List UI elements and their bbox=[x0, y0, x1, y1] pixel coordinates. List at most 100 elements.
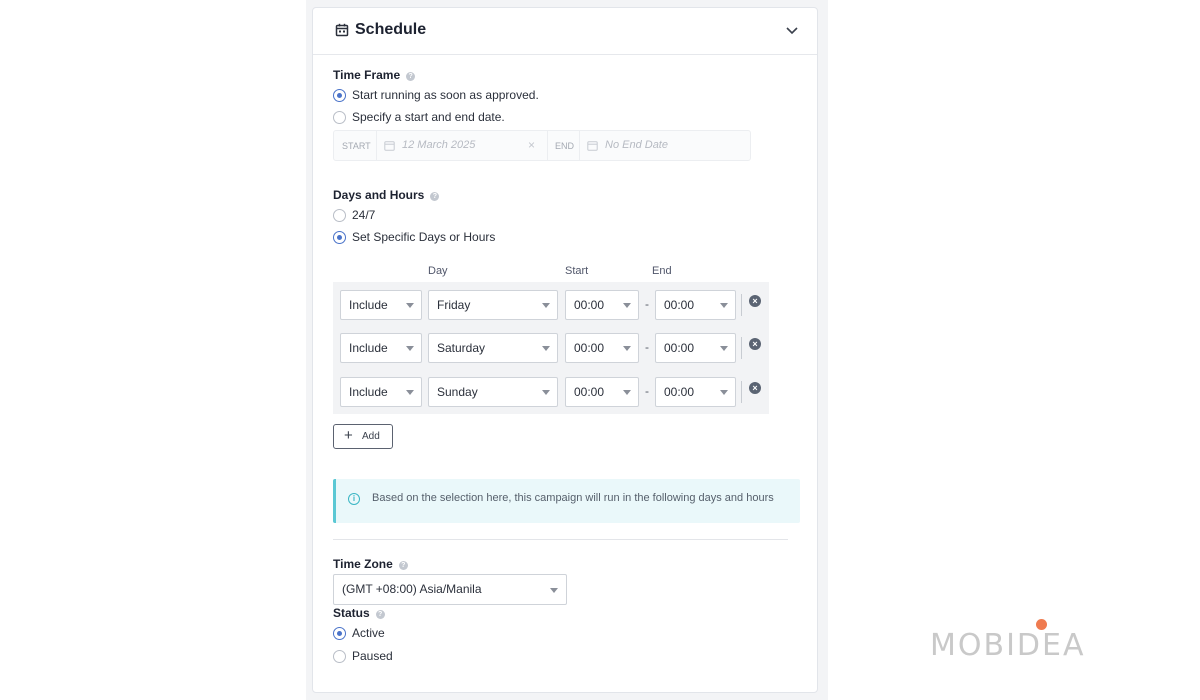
caret-down-icon bbox=[623, 390, 631, 395]
select-value: (GMT +08:00) Asia/Manila bbox=[342, 582, 482, 596]
days-hours-label: Days and Hours? bbox=[333, 188, 440, 202]
remove-row-icon[interactable]: × bbox=[749, 338, 761, 350]
select-value: Saturday bbox=[437, 341, 486, 355]
end-time-select[interactable]: 00:00 bbox=[655, 333, 736, 363]
radio-circle[interactable] bbox=[333, 649, 346, 663]
caret-down-icon bbox=[542, 346, 550, 351]
caret-down-icon bbox=[720, 303, 728, 308]
select-value: Include bbox=[349, 341, 388, 355]
radio-label: Specify a start and end date. bbox=[352, 110, 505, 124]
range-separator: - bbox=[645, 340, 649, 354]
help-icon[interactable]: ? bbox=[398, 561, 408, 570]
help-icon[interactable]: ? bbox=[406, 72, 416, 81]
calendar-icon bbox=[335, 23, 349, 37]
select-value: Include bbox=[349, 298, 388, 312]
caret-down-icon bbox=[550, 588, 558, 593]
help-icon[interactable]: ? bbox=[375, 610, 385, 619]
radio-circle-selected[interactable] bbox=[333, 88, 346, 102]
column-header-end: End bbox=[652, 265, 672, 277]
caret-down-icon bbox=[623, 303, 631, 308]
remove-row-icon[interactable]: × bbox=[749, 295, 761, 307]
select-value: Include bbox=[349, 385, 388, 399]
radio-circle[interactable] bbox=[333, 208, 346, 222]
start-date-input[interactable]: 12 March 2025 bbox=[402, 139, 475, 151]
caret-down-icon bbox=[623, 346, 631, 351]
radio-specific-days[interactable]: Set Specific Days or Hours bbox=[333, 230, 495, 244]
day-select[interactable]: Sunday bbox=[428, 377, 558, 407]
range-separator: - bbox=[645, 384, 649, 398]
brand-logo-dot bbox=[1036, 619, 1047, 630]
radio-24-7[interactable]: 24/7 bbox=[333, 208, 375, 222]
include-select[interactable]: Include bbox=[340, 377, 422, 407]
range-separator: - bbox=[645, 297, 649, 311]
column-header-start: Start bbox=[565, 265, 589, 277]
schedule-rows: Include Friday 00:00 - 00:00 × Include S… bbox=[333, 282, 769, 414]
radio-specify-dates[interactable]: Specify a start and end date. bbox=[333, 110, 505, 124]
help-icon[interactable]: ? bbox=[430, 192, 440, 201]
time-zone-select[interactable]: (GMT +08:00) Asia/Manila bbox=[333, 574, 567, 605]
add-row-button[interactable]: + Add bbox=[333, 424, 393, 449]
select-value: Friday bbox=[437, 298, 471, 312]
time-frame-label: Time Frame? bbox=[333, 68, 416, 82]
caret-down-icon bbox=[720, 346, 728, 351]
select-value: Sunday bbox=[437, 385, 478, 399]
select-value: 00:00 bbox=[664, 298, 695, 312]
start-time-select[interactable]: 00:00 bbox=[565, 333, 639, 363]
caret-down-icon bbox=[406, 390, 414, 395]
time-zone-label-text: Time Zone bbox=[333, 557, 393, 571]
divider bbox=[741, 294, 742, 316]
caret-down-icon bbox=[720, 390, 728, 395]
start-time-select[interactable]: 00:00 bbox=[565, 377, 639, 407]
status-label: Status? bbox=[333, 606, 385, 620]
select-value: 00:00 bbox=[664, 385, 695, 399]
radio-circle-selected[interactable] bbox=[333, 230, 346, 244]
remove-row-icon[interactable]: × bbox=[749, 382, 761, 394]
day-select[interactable]: Friday bbox=[428, 290, 558, 320]
select-value: 00:00 bbox=[664, 341, 695, 355]
info-icon: i bbox=[348, 493, 360, 505]
radio-label: 24/7 bbox=[352, 208, 376, 222]
radio-status-paused[interactable]: Paused bbox=[333, 649, 393, 663]
caret-down-icon bbox=[542, 390, 550, 395]
radio-status-active[interactable]: Active bbox=[333, 626, 385, 640]
radio-label: Active bbox=[352, 626, 385, 640]
radio-label: Set Specific Days or Hours bbox=[352, 230, 496, 244]
date-range-picker: START 12 March 2025 × END No End Date bbox=[333, 130, 751, 161]
brand-logo: MOBIDEA bbox=[930, 628, 1086, 663]
include-select[interactable]: Include bbox=[340, 290, 422, 320]
radio-start-approved[interactable]: Start running as soon as approved. bbox=[333, 88, 539, 102]
time-zone-label: Time Zone? bbox=[333, 557, 408, 571]
calendar-icon bbox=[587, 141, 598, 151]
plus-icon: + bbox=[344, 427, 353, 444]
end-time-select[interactable]: 00:00 bbox=[655, 290, 736, 320]
time-frame-label-text: Time Frame bbox=[333, 68, 401, 82]
chevron-down-icon[interactable] bbox=[785, 23, 799, 37]
start-time-select[interactable]: 00:00 bbox=[565, 290, 639, 320]
divider bbox=[741, 381, 742, 403]
days-hours-label-text: Days and Hours bbox=[333, 188, 425, 202]
end-date-input[interactable]: No End Date bbox=[605, 139, 668, 151]
include-select[interactable]: Include bbox=[340, 333, 422, 363]
caret-down-icon bbox=[406, 346, 414, 351]
radio-circle[interactable] bbox=[333, 110, 346, 124]
select-value: 00:00 bbox=[574, 385, 605, 399]
add-button-label: Add bbox=[362, 431, 380, 442]
column-header-day: Day bbox=[428, 265, 448, 277]
radio-label: Start running as soon as approved. bbox=[352, 88, 539, 102]
select-value: 00:00 bbox=[574, 298, 605, 312]
caret-down-icon bbox=[406, 303, 414, 308]
card-title: Schedule bbox=[355, 21, 427, 38]
clear-date-icon[interactable]: × bbox=[528, 138, 535, 152]
card-header[interactable]: Schedule bbox=[313, 8, 817, 55]
caret-down-icon bbox=[542, 303, 550, 308]
start-tag: START bbox=[342, 141, 371, 151]
radio-label: Paused bbox=[352, 649, 393, 663]
radio-circle-selected[interactable] bbox=[333, 626, 346, 640]
end-tag: END bbox=[555, 141, 575, 151]
section-divider bbox=[333, 539, 788, 540]
schedule-card: Schedule Time Frame? Start running as so… bbox=[312, 7, 818, 693]
day-select[interactable]: Saturday bbox=[428, 333, 558, 363]
end-time-select[interactable]: 00:00 bbox=[655, 377, 736, 407]
info-banner: i Based on the selection here, this camp… bbox=[333, 479, 800, 523]
divider bbox=[741, 337, 742, 359]
